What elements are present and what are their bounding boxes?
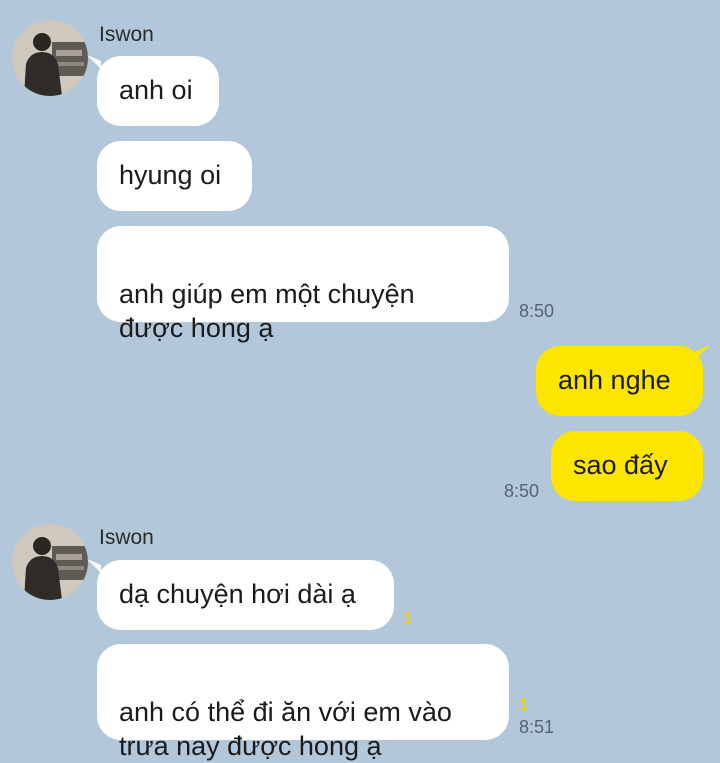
sender-avatar[interactable] [12,524,88,600]
message-text: anh có thể đi ăn với em vào trưa nay đượ… [119,697,452,761]
message-text: anh nghe [558,365,671,395]
sender-name: Iswon [99,526,154,549]
message-text: sao đấy [573,450,668,480]
message-text: anh giúp em một chuyện được hong ạ [119,279,415,343]
message-bubble-incoming[interactable]: anh giúp em một chuyện được hong ạ [97,226,509,343]
person-photo-icon [12,524,88,600]
person-photo-icon [12,20,88,96]
message-text: anh oi [119,75,193,105]
message-bubble-incoming[interactable]: anh oi [97,56,219,126]
bubble-tail [87,559,101,573]
sender-name: Iswon [99,23,154,46]
sender-avatar[interactable] [12,20,88,96]
unread-count: 1 [403,609,413,628]
message-time: 8:51 [519,717,555,737]
message-time: 8:50 [519,301,555,321]
message-text: hyung oi [119,160,222,190]
message-text: dạ chuyện hơi dài ạ [119,579,356,609]
unread-count: 1 [519,695,529,714]
message-time: 8:50 [504,481,540,501]
message-bubble-incoming[interactable]: dạ chuyện hơi dài ạ [97,560,394,630]
message-bubble-incoming[interactable]: hyung oi [97,141,252,211]
message-bubble-outgoing[interactable]: sao đấy [551,431,703,501]
bubble-tail [87,55,101,69]
message-bubble-outgoing[interactable]: anh nghe [536,346,703,416]
bubble-tail [696,345,710,359]
message-bubble-incoming[interactable]: anh có thể đi ăn với em vào trưa nay đượ… [97,644,509,761]
